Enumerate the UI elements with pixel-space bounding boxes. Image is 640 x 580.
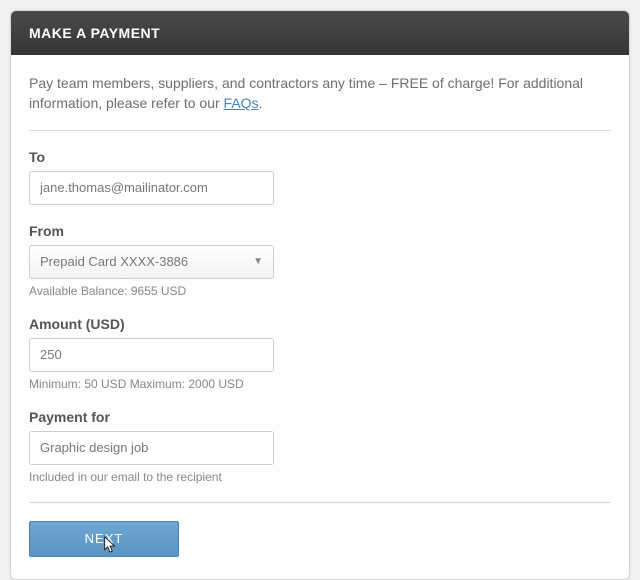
from-label: From (29, 223, 611, 239)
from-selected-value: Prepaid Card XXXX-3886 (40, 254, 188, 269)
from-field-group: From Prepaid Card XXXX-3886 ▼ Available … (29, 223, 611, 298)
from-select[interactable]: Prepaid Card XXXX-3886 ▼ (29, 245, 274, 279)
next-button-label: NEXT (85, 531, 124, 546)
make-payment-panel: MAKE A PAYMENT Pay team members, supplie… (10, 10, 630, 580)
next-button[interactable]: NEXT (29, 521, 179, 557)
to-input[interactable] (29, 171, 274, 205)
divider (29, 130, 611, 131)
panel-body: Pay team members, suppliers, and contrac… (11, 55, 629, 579)
amount-range-hint: Minimum: 50 USD Maximum: 2000 USD (29, 377, 611, 391)
amount-input[interactable] (29, 338, 274, 372)
payment-for-label: Payment for (29, 409, 611, 425)
payment-for-hint: Included in our email to the recipient (29, 470, 611, 484)
intro-suffix: . (259, 95, 263, 111)
panel-title: MAKE A PAYMENT (11, 11, 629, 55)
payment-for-field-group: Payment for Included in our email to the… (29, 409, 611, 484)
to-field-group: To (29, 149, 611, 205)
intro-text: Pay team members, suppliers, and contrac… (29, 73, 611, 114)
faqs-link[interactable]: FAQs (224, 95, 259, 111)
caret-down-icon: ▼ (253, 256, 263, 267)
amount-field-group: Amount (USD) Minimum: 50 USD Maximum: 20… (29, 316, 611, 391)
intro-copy: Pay team members, suppliers, and contrac… (29, 75, 583, 111)
to-label: To (29, 149, 611, 165)
amount-label: Amount (USD) (29, 316, 611, 332)
payment-for-input[interactable] (29, 431, 274, 465)
available-balance-hint: Available Balance: 9655 USD (29, 284, 611, 298)
divider-bottom (29, 502, 611, 503)
